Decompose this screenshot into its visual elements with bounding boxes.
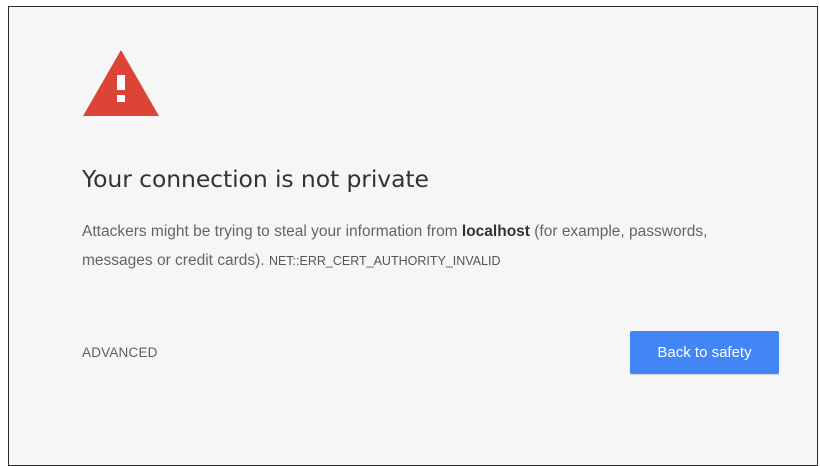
- error-code: NET::ERR_CERT_AUTHORITY_INVALID: [268, 254, 501, 268]
- interstitial-page: Your connection is not private Attackers…: [8, 6, 818, 466]
- advanced-link[interactable]: ADVANCED: [82, 345, 158, 360]
- description-prefix: Attackers might be trying to steal your …: [82, 223, 462, 240]
- warning-triangle-icon: [83, 50, 159, 116]
- error-description: Attackers might be trying to steal your …: [82, 217, 742, 276]
- host-name: localhost: [461, 223, 530, 240]
- page-title: Your connection is not private: [82, 165, 429, 193]
- back-to-safety-button[interactable]: Back to safety: [630, 331, 779, 374]
